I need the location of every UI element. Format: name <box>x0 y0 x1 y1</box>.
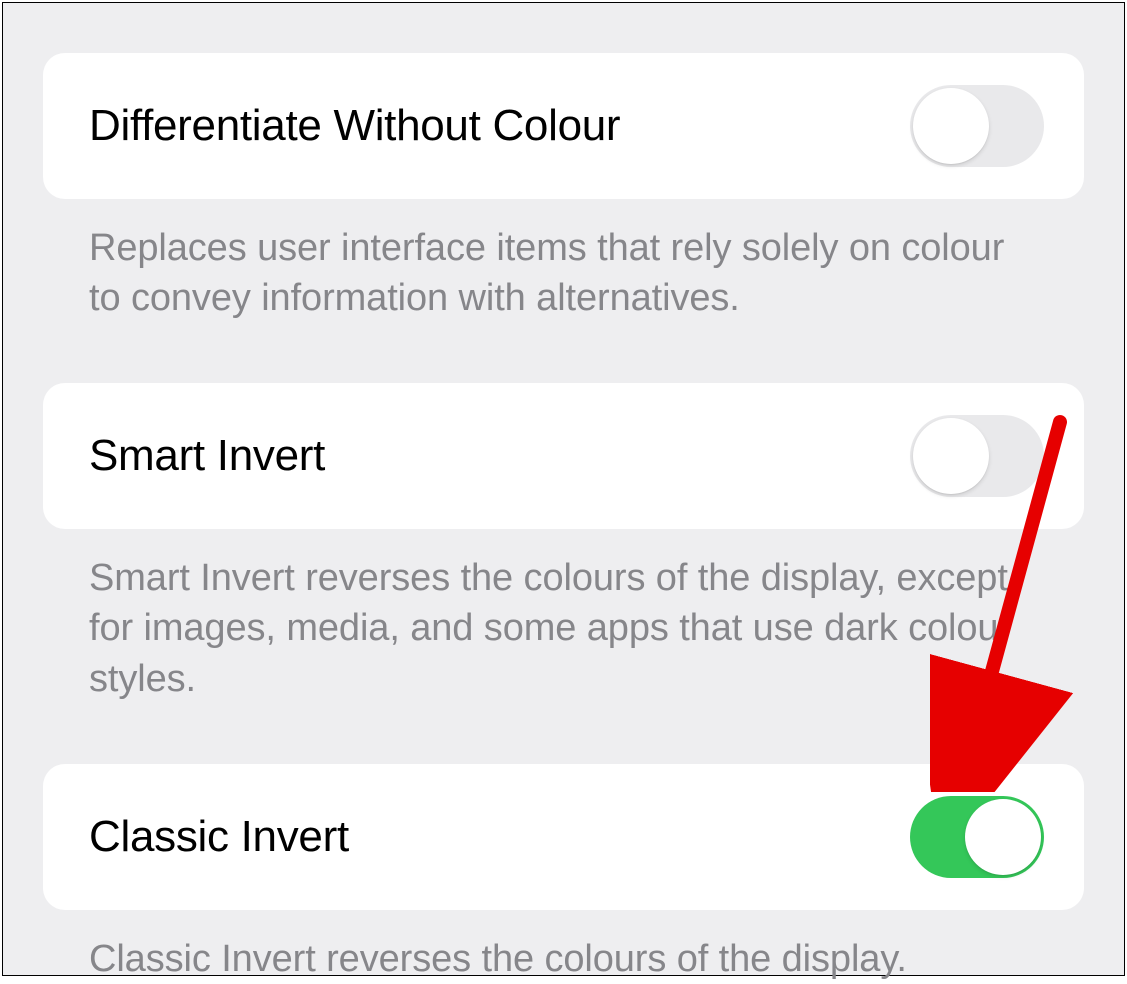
setting-section-classic-invert: Classic Invert Classic Invert reverses t… <box>43 764 1084 984</box>
setting-desc: Replaces user interface items that rely … <box>43 199 1084 323</box>
toggle-knob <box>913 88 989 164</box>
setting-section-smart-invert: Smart Invert Smart Invert reverses the c… <box>43 383 1084 703</box>
setting-row-smart-invert[interactable]: Smart Invert <box>43 383 1084 529</box>
setting-desc: Smart Invert reverses the colours of the… <box>43 529 1084 703</box>
setting-desc: Classic Invert reverses the colours of t… <box>43 910 1084 984</box>
toggle-classic-invert[interactable] <box>910 796 1044 878</box>
settings-panel: Differentiate Without Colour Replaces us… <box>2 2 1125 976</box>
toggle-knob <box>965 799 1041 875</box>
toggle-smart-invert[interactable] <box>910 415 1044 497</box>
setting-title: Smart Invert <box>89 431 325 481</box>
setting-title: Classic Invert <box>89 812 349 862</box>
setting-title: Differentiate Without Colour <box>89 101 620 151</box>
toggle-knob <box>913 418 989 494</box>
setting-section-differentiate-without-colour: Differentiate Without Colour Replaces us… <box>43 53 1084 323</box>
toggle-differentiate-without-colour[interactable] <box>910 85 1044 167</box>
setting-row-classic-invert[interactable]: Classic Invert <box>43 764 1084 910</box>
setting-row-differentiate-without-colour[interactable]: Differentiate Without Colour <box>43 53 1084 199</box>
